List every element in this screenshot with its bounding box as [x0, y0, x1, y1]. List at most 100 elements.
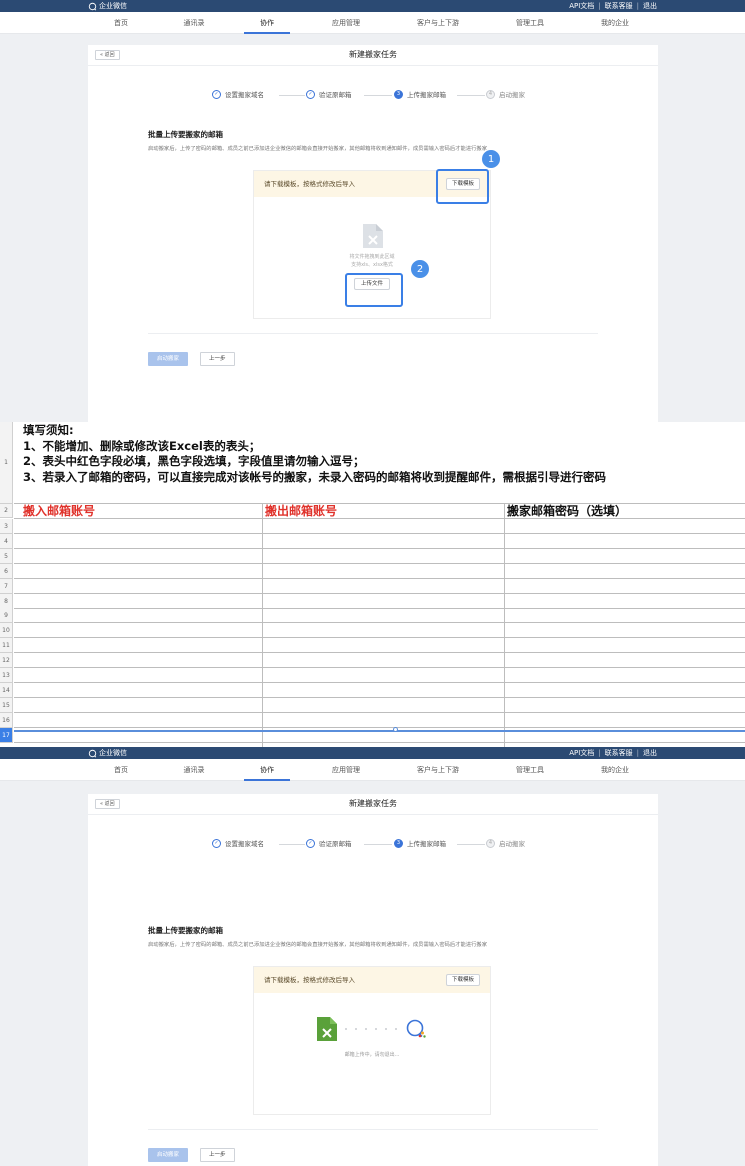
row-header[interactable]: 13: [0, 668, 13, 683]
step-start: 4 启动搬家: [486, 838, 525, 848]
support-link[interactable]: 联系客服: [605, 0, 633, 12]
row-border: [14, 742, 745, 743]
callout-badge: 1: [481, 149, 501, 169]
step-number: 4: [486, 89, 495, 99]
nav-management-tools[interactable]: 管理工具: [516, 12, 544, 34]
stepper: ✓ 设置搬家域名 ✓ 验证原邮箱 3 上传搬家邮箱 4 启动搬家: [88, 838, 658, 850]
brand-logo[interactable]: 企业微信: [88, 747, 127, 759]
step-label: 启动搬家: [499, 840, 525, 848]
nav-collaboration[interactable]: 协作: [244, 759, 290, 781]
highlight-box: [345, 273, 403, 307]
step-label: 设置搬家域名: [225, 91, 264, 99]
instruction-line: 2、表头中红色字段必填，黑色字段选填，字段值里请勿输入逗号；: [23, 454, 365, 468]
previous-step-button[interactable]: 上一步: [200, 352, 235, 366]
selection-top: [14, 730, 745, 732]
nav-contacts[interactable]: 通讯录: [184, 12, 205, 34]
column-header-move-out[interactable]: 搬出邮箱账号: [265, 504, 337, 518]
nav-collaboration[interactable]: 协作: [244, 12, 290, 34]
back-button[interactable]: « 返回: [95, 799, 120, 809]
stepper: ✓ 设置搬家域名 ✓ 验证原邮箱 3 上传搬家邮箱 4 启动搬家: [88, 89, 658, 101]
step-label: 上传搬家邮箱: [407, 91, 446, 99]
column-border: [504, 504, 505, 747]
upload-animation: [254, 1017, 490, 1041]
separator: |: [636, 749, 639, 757]
column-header-move-in[interactable]: 搬入邮箱账号: [23, 504, 95, 518]
nav-app-management[interactable]: 应用管理: [332, 759, 360, 781]
column-header-password[interactable]: 搬家邮箱密码（选填）: [507, 504, 627, 518]
row-header[interactable]: 8: [0, 594, 13, 609]
step-verify: ✓ 验证原邮箱: [306, 89, 352, 99]
check-icon: ✓: [212, 89, 221, 99]
step-number: 4: [486, 838, 495, 848]
step-connector: [279, 95, 305, 96]
row-border: [14, 533, 745, 534]
nav-management-tools[interactable]: 管理工具: [516, 759, 544, 781]
instruction-line: 1、不能增加、删除或修改该Excel表的表头；: [23, 438, 261, 453]
callout-badge: 2: [410, 259, 430, 279]
step-start: 4 启动搬家: [486, 89, 525, 99]
row-header[interactable]: 16: [0, 713, 13, 728]
nav-home[interactable]: 首页: [114, 759, 128, 781]
excel-file-icon: [317, 1017, 337, 1041]
support-link[interactable]: 联系客服: [605, 747, 633, 759]
instructions: 填写须知: 1、不能增加、删除或修改该Excel表的表头； 2、表头中红色字段必…: [23, 423, 606, 485]
nav-contacts[interactable]: 通讯录: [184, 759, 205, 781]
previous-step-button[interactable]: 上一步: [200, 1148, 235, 1162]
row-header[interactable]: 7: [0, 579, 13, 594]
row-header[interactable]: 14: [0, 683, 13, 698]
start-migration-button[interactable]: 启动搬家: [148, 1148, 189, 1162]
row-header[interactable]: 17: [0, 728, 13, 743]
chat-bubble-icon: [88, 749, 97, 757]
resize-handle[interactable]: [393, 727, 398, 732]
back-button[interactable]: « 返回: [95, 50, 120, 60]
brand-logo[interactable]: 企业微信: [88, 0, 127, 12]
row-header[interactable]: 3: [0, 519, 13, 534]
nav-customers[interactable]: 客户与上下游: [417, 12, 459, 34]
logout-link[interactable]: 退出: [643, 747, 657, 759]
step-label: 启动搬家: [499, 91, 525, 99]
divider: [148, 1129, 598, 1130]
top-links: API文档 | 联系客服 | 退出: [569, 0, 657, 12]
download-template-button[interactable]: 下载模板: [445, 974, 480, 986]
nav-app-management[interactable]: 应用管理: [332, 12, 360, 34]
nav-customers[interactable]: 客户与上下游: [417, 759, 459, 781]
step-connector: [457, 844, 485, 845]
separator: |: [598, 2, 601, 10]
row-header[interactable]: 5: [0, 549, 13, 564]
api-docs-link[interactable]: API文档: [569, 747, 594, 759]
nav-my-company[interactable]: 我的企业: [601, 12, 629, 34]
step-connector: [457, 95, 485, 96]
step-label: 上传搬家邮箱: [407, 840, 446, 848]
step-domain: ✓ 设置搬家域名: [212, 89, 264, 99]
step-upload: 3 上传搬家邮箱: [394, 89, 446, 99]
nav-home[interactable]: 首页: [114, 12, 128, 34]
row-header[interactable]: 11: [0, 638, 13, 653]
row-header[interactable]: 12: [0, 653, 13, 668]
row-header[interactable]: 15: [0, 698, 13, 713]
row-border: [14, 548, 745, 549]
row-header[interactable]: 6: [0, 564, 13, 579]
highlight-box: [436, 169, 489, 204]
row-header[interactable]: 9: [0, 608, 13, 623]
logout-link[interactable]: 退出: [643, 0, 657, 12]
tip-bar: 请下载模板，按格式修改后导入 下载模板: [254, 967, 490, 993]
api-docs-link[interactable]: API文档: [569, 0, 594, 12]
upload-description: 启动搬家后，上传了密码的邮箱、成员之前已添加进企业微信的邮箱会直接开始搬家，其他…: [148, 942, 488, 948]
start-migration-button[interactable]: 启动搬家: [148, 352, 189, 366]
nav-my-company[interactable]: 我的企业: [601, 759, 629, 781]
row-header[interactable]: 2: [0, 504, 13, 518]
row-border: [14, 622, 745, 623]
format-hint: 支持xls、xlsx格式: [351, 262, 393, 268]
brand-name: 企业微信: [99, 749, 127, 757]
row-border: [14, 652, 745, 653]
row-header[interactable]: 1: [0, 422, 13, 504]
upload-section-title: 批量上传要搬家的邮箱: [148, 130, 223, 139]
main-nav: 首页 通讯录 协作 应用管理 客户与上下游 管理工具 我的企业: [0, 12, 745, 34]
row-border: [14, 608, 745, 609]
row-header[interactable]: 10: [0, 623, 13, 638]
row-border: [14, 637, 745, 638]
step-connector: [364, 95, 392, 96]
app-frame-top: 企业微信 API文档 | 联系客服 | 退出 首页 通讯录 协作 应用管理 客户…: [0, 0, 745, 422]
row-header[interactable]: 4: [0, 534, 13, 549]
column-border: [262, 504, 263, 747]
